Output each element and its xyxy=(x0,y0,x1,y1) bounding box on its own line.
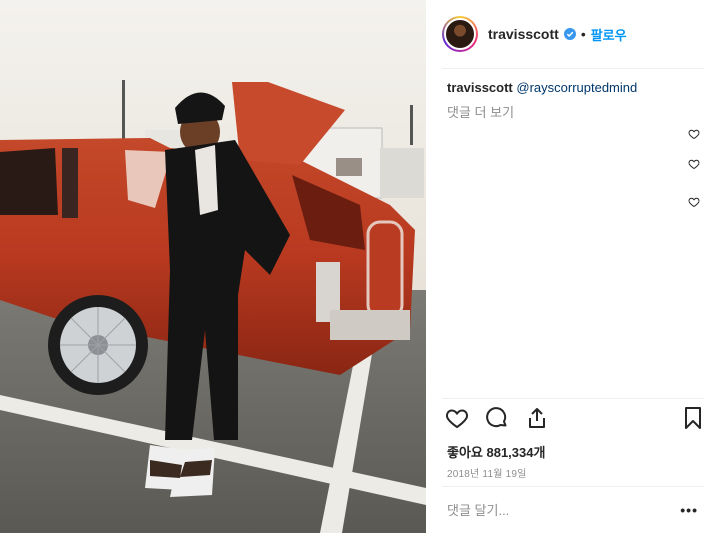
post-date[interactable]: 2018년 11월 19일 xyxy=(447,465,527,480)
comment-like-heart-icon[interactable] xyxy=(688,196,700,208)
comment-author[interactable]: travisscott xyxy=(447,80,513,95)
avatar[interactable] xyxy=(442,16,478,52)
actions-divider xyxy=(442,398,704,399)
header-divider xyxy=(442,68,704,69)
comment-like-heart-icon[interactable] xyxy=(688,128,700,140)
comment-divider xyxy=(442,486,704,487)
post-photo[interactable] xyxy=(0,0,426,533)
comment-bubble-icon[interactable] xyxy=(485,406,509,430)
follow-button[interactable]: 팔로우 xyxy=(591,25,627,44)
like-heart-icon[interactable] xyxy=(445,406,469,430)
post-image xyxy=(0,0,426,533)
username[interactable]: travisscott xyxy=(488,26,559,42)
post-side-panel: travisscott • 팔로우 travisscott @rayscorru… xyxy=(426,0,720,533)
add-comment-input[interactable]: 댓글 달기... xyxy=(447,500,509,519)
post-header: travisscott • 팔로우 xyxy=(442,12,702,56)
verified-badge-icon xyxy=(563,28,576,40)
comment-like-heart-icon[interactable] xyxy=(688,158,700,170)
separator-dot: • xyxy=(580,26,586,42)
share-icon[interactable] xyxy=(525,406,549,430)
save-bookmark-icon[interactable] xyxy=(681,406,705,430)
comment-mention[interactable]: @rayscorruptedmind xyxy=(516,80,637,95)
caption-comment: travisscott @rayscorruptedmind xyxy=(447,80,637,95)
view-more-comments[interactable]: 댓글 더 보기 xyxy=(447,102,514,121)
likes-count[interactable]: 좋아요 881,334개 xyxy=(447,442,545,461)
post-actions xyxy=(445,406,705,436)
more-options-icon[interactable]: ••• xyxy=(680,502,698,518)
